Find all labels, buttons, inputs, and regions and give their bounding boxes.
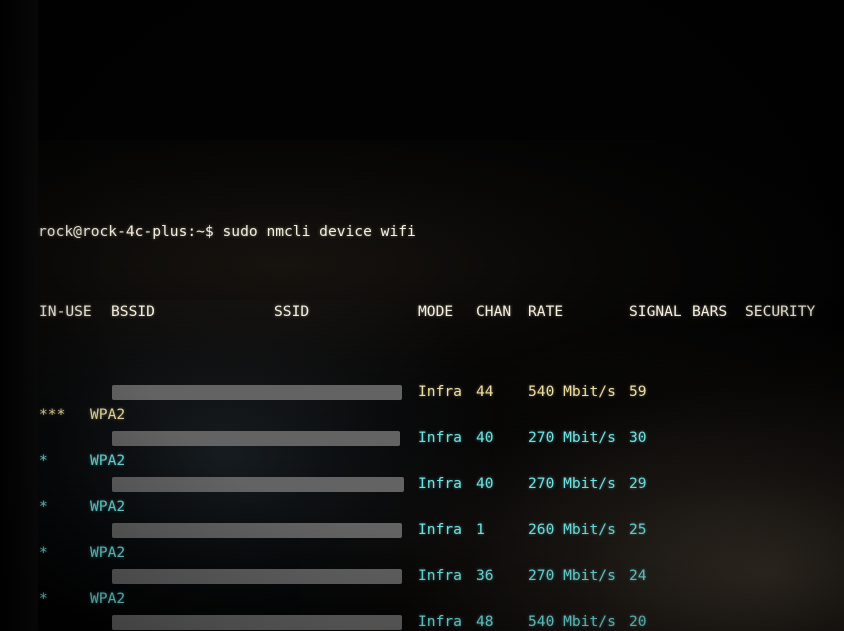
column-header-chan: CHAN: [476, 303, 512, 320]
cell-rate: 270 Mbit/s: [528, 429, 616, 446]
cell-signal: 59: [629, 383, 647, 400]
cell-signal: 30: [629, 429, 647, 446]
terminal-command-line: rock@rock-4c-plus:~$ sudo nmcli device w…: [38, 224, 844, 240]
cell-signal: 20: [629, 613, 647, 630]
cell-chan: 36: [476, 567, 494, 584]
cell-rate: 540 Mbit/s: [528, 383, 616, 400]
cell-security: WPA2: [90, 590, 126, 607]
column-header-in-use: IN-USE: [39, 303, 92, 320]
cell-chan: 40: [476, 429, 494, 446]
cell-mode: Infra: [418, 383, 462, 400]
cell-in-use: *: [39, 544, 48, 561]
redacted-bssid-ssid: [112, 385, 402, 400]
table-row[interactable]: Infra 40 270 Mbit/s 29: [38, 476, 844, 492]
cell-signal: 24: [629, 567, 647, 584]
cell-signal: 29: [629, 475, 647, 492]
network-list[interactable]: Infra 44 540 Mbit/s 59 *** WPA2 Infra 40 270 Mbi…: [38, 384, 844, 631]
cell-signal: 25: [629, 521, 647, 538]
cell-chan: 44: [476, 383, 494, 400]
cell-in-use: *: [39, 498, 48, 515]
column-header-security: SECURITY: [745, 303, 816, 320]
column-header-rate: RATE: [528, 303, 564, 320]
terminal-output[interactable]: rock@rock-4c-plus:~$ sudo nmcli device w…: [38, 160, 844, 630]
table-row[interactable]: Infra 48 540 Mbit/s 20: [38, 614, 844, 630]
redacted-bssid-ssid: [112, 431, 400, 446]
cell-mode: Infra: [418, 475, 462, 492]
cell-chan: 1: [476, 521, 485, 538]
redacted-bssid-ssid: [112, 523, 402, 538]
table-row[interactable]: Infra 44 540 Mbit/s 59: [38, 384, 844, 400]
table-row-continuation[interactable]: * WPA2: [38, 591, 844, 607]
cell-chan: 48: [476, 613, 494, 630]
column-header-bssid: BSSID: [111, 303, 155, 320]
column-header-ssid: SSID: [274, 303, 310, 320]
table-row[interactable]: Infra 1 260 Mbit/s 25: [38, 522, 844, 538]
cell-security: WPA2: [90, 452, 126, 469]
cell-mode: Infra: [418, 567, 462, 584]
table-row[interactable]: Infra 36 270 Mbit/s 24: [38, 568, 844, 584]
cell-in-use: *: [39, 590, 48, 607]
cell-rate: 270 Mbit/s: [528, 475, 616, 492]
cell-in-use: *: [39, 452, 48, 469]
redacted-bssid-ssid: [112, 615, 402, 630]
column-header-signal: SIGNAL: [629, 303, 682, 320]
table-row-continuation[interactable]: *** WPA2: [38, 407, 844, 423]
cell-chan: 40: [476, 475, 494, 492]
cell-mode: Infra: [418, 521, 462, 538]
table-row-continuation[interactable]: * WPA2: [38, 499, 844, 515]
cell-security: WPA2: [90, 498, 126, 515]
monitor-bezel-left: [0, 0, 38, 631]
cell-rate: 540 Mbit/s: [528, 613, 616, 630]
column-header-mode: MODE: [418, 303, 454, 320]
shell-prompt: rock@rock-4c-plus:~$ sudo nmcli device w…: [38, 223, 416, 240]
column-header-bars: BARS: [692, 303, 728, 320]
cell-in-use: ***: [39, 406, 66, 423]
table-row-continuation[interactable]: * WPA2: [38, 545, 844, 561]
redacted-bssid-ssid: [112, 569, 402, 584]
table-row[interactable]: Infra 40 270 Mbit/s 30: [38, 430, 844, 446]
cell-security: WPA2: [90, 544, 126, 561]
table-row-continuation[interactable]: * WPA2: [38, 453, 844, 469]
monitor-photo: rock@rock-4c-plus:~$ sudo nmcli device w…: [0, 0, 844, 631]
cell-mode: Infra: [418, 429, 462, 446]
cell-security: WPA2: [90, 406, 126, 423]
cell-rate: 260 Mbit/s: [528, 521, 616, 538]
cell-rate: 270 Mbit/s: [528, 567, 616, 584]
cell-mode: Infra: [418, 613, 462, 630]
redacted-bssid-ssid: [112, 477, 404, 492]
table-header-row: IN-USE BSSID SSID MODE CHAN RATE SIGNAL …: [38, 304, 844, 320]
